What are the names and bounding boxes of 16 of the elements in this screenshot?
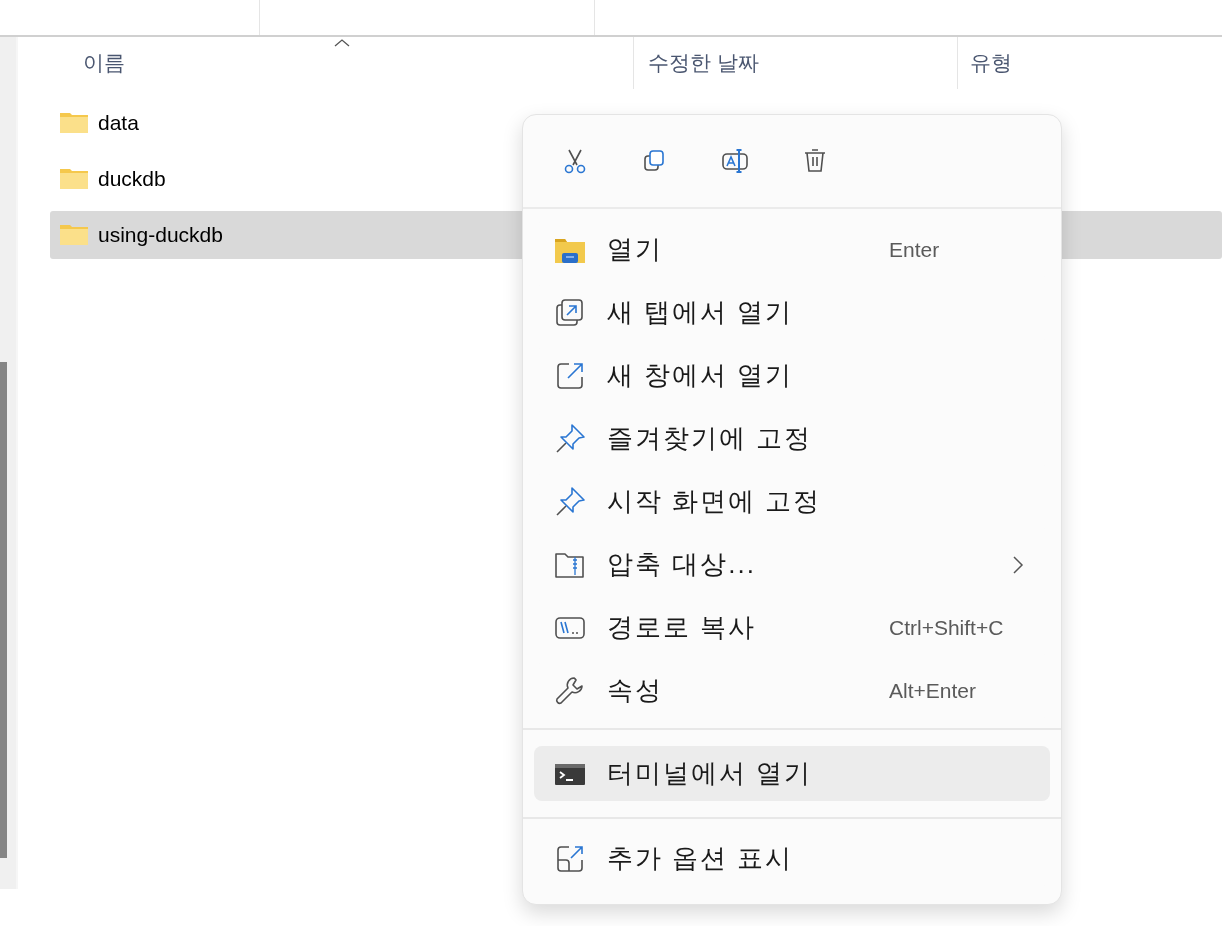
menu-label: 터미널에서 열기 — [607, 757, 813, 790]
shortcut-text: Alt+Enter — [889, 677, 977, 704]
shortcut-text: Ctrl+Shift+C — [889, 614, 1005, 641]
shortcut-text: Enter — [889, 236, 941, 263]
menu-label: 경로로 복사 — [607, 611, 757, 644]
file-name: data — [98, 110, 139, 137]
menu-label: 새 창에서 열기 — [607, 359, 794, 392]
menu-label: 즐겨찾기에 고정 — [607, 422, 813, 455]
menu-label: 속성 — [607, 674, 663, 707]
menu-label: 시작 화면에 고정 — [607, 485, 822, 518]
menu-label: 새 탭에서 열기 — [607, 296, 794, 329]
menu-label: 열기 — [607, 233, 663, 266]
menu-label: 추가 옵션 표시 — [607, 842, 794, 875]
file-name: duckdb — [98, 166, 166, 193]
menu-label: 압축 대상... — [607, 548, 756, 581]
file-name: using-duckdb — [98, 222, 223, 249]
